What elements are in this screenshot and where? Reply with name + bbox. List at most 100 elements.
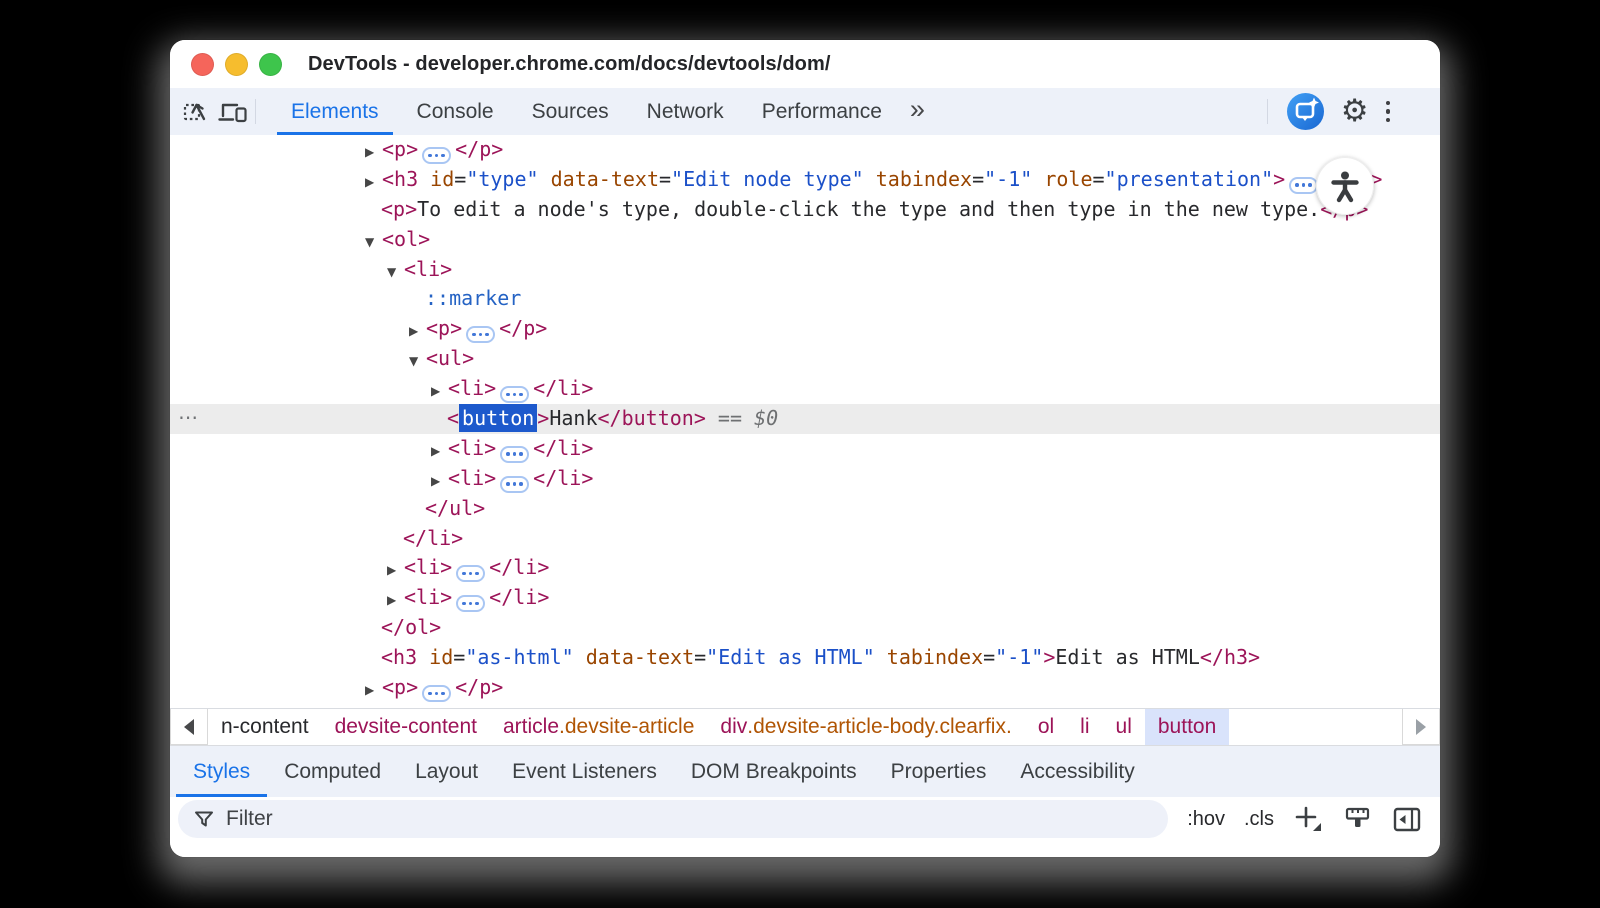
dom-token-tag: >	[1273, 167, 1285, 191]
dom-tree-row[interactable]: <h3 id="as-html" data-text="Edit as HTML…	[170, 643, 1440, 673]
breadcrumb: n-contentdevsite-contentarticle.devsite-…	[170, 708, 1440, 745]
dom-tree-row[interactable]: ▶<li></li>	[170, 553, 1440, 583]
expand-arrow-icon[interactable]: ▶	[431, 467, 448, 497]
minimize-window-button[interactable]	[225, 53, 248, 76]
sidebar-tab-strip: StylesComputedLayoutEvent ListenersDOM B…	[170, 745, 1440, 797]
dom-tree-row[interactable]: ::marker	[170, 284, 1440, 314]
dock-sidebar-icon[interactable]	[1392, 806, 1422, 833]
dom-tree-row[interactable]: ▶<h3 id="type" data-text="Edit node type…	[170, 165, 1440, 195]
dom-token-val: "-1"	[995, 645, 1043, 669]
expand-arrow-icon[interactable]: ▶	[365, 168, 382, 198]
breadcrumb-item[interactable]: ol	[1025, 709, 1067, 745]
dom-tree-row[interactable]: ▶<p></p>	[170, 135, 1440, 165]
dom-token-tag: </ol>	[381, 615, 441, 639]
dom-tree-row[interactable]: ▶<p></p>	[170, 673, 1440, 703]
expand-arrow-icon[interactable]: ▶	[431, 377, 448, 407]
collapsed-content-pill[interactable]	[500, 446, 529, 463]
breadcrumb-item[interactable]: devsite-content	[322, 709, 490, 745]
dom-token-text	[574, 645, 586, 669]
device-toolbar-icon[interactable]	[214, 88, 250, 135]
dom-token-attr: id	[429, 645, 453, 669]
dom-token-var: $0	[754, 406, 778, 430]
inspect-icon[interactable]	[178, 88, 214, 135]
dom-token-tag: <li>	[448, 466, 496, 490]
collapsed-content-pill[interactable]	[456, 565, 485, 582]
element-classes-button[interactable]: .cls	[1244, 808, 1274, 831]
breadcrumb-segment: .devsite-article-body.clearfix.	[747, 715, 1012, 739]
dom-token-tag: >	[1043, 645, 1055, 669]
dom-tree-row[interactable]: ▶<p></p>	[170, 314, 1440, 344]
collapsed-content-pill[interactable]	[422, 147, 451, 164]
dom-tree-row[interactable]: ▶<li></li>	[170, 374, 1440, 404]
expand-arrow-icon[interactable]: ▶	[409, 317, 426, 347]
breadcrumb-item[interactable]: li	[1067, 709, 1102, 745]
sidebar-tab-event-listeners[interactable]: Event Listeners	[495, 746, 674, 797]
zoom-window-button[interactable]	[259, 53, 282, 76]
more-tabs-icon[interactable]: »	[910, 96, 925, 127]
sidebar-tab-properties[interactable]: Properties	[874, 746, 1004, 797]
expand-arrow-icon[interactable]: ▶	[387, 556, 404, 586]
expand-arrow-icon[interactable]: ▶	[365, 138, 382, 168]
collapsed-content-pill[interactable]	[500, 386, 529, 403]
breadcrumb-scroll-right-icon[interactable]	[1402, 709, 1440, 745]
dom-tree-row[interactable]: <p>To edit a node's type, double-click t…	[170, 195, 1440, 225]
dom-token-tag: </p>	[455, 137, 503, 161]
dom-token-text: =	[972, 167, 984, 191]
tab-performance[interactable]: Performance	[748, 88, 896, 135]
dom-tree-row[interactable]: ▶<li></li>	[170, 464, 1440, 494]
dom-tree-row[interactable]: ▼<ol>	[170, 225, 1440, 255]
sidebar-tab-dom-breakpoints[interactable]: DOM Breakpoints	[674, 746, 874, 797]
new-style-rule-icon[interactable]	[1293, 804, 1324, 835]
sidebar-tab-styles[interactable]: Styles	[176, 746, 267, 797]
tab-sources[interactable]: Sources	[518, 88, 623, 135]
dom-token-attr: tabindex	[887, 645, 983, 669]
dom-tree-row[interactable]: </ul>	[170, 494, 1440, 524]
breadcrumb-item[interactable]: n-content	[208, 709, 322, 745]
collapse-arrow-icon[interactable]: ▼	[409, 347, 426, 377]
breadcrumb-item[interactable]: button	[1145, 709, 1229, 745]
collapsed-content-pill[interactable]	[500, 476, 529, 493]
dom-token-tag: <li>	[448, 436, 496, 460]
dom-tree-row[interactable]: ▼<ul>	[170, 344, 1440, 374]
collapse-arrow-icon[interactable]: ▼	[365, 228, 382, 258]
tab-network[interactable]: Network	[633, 88, 738, 135]
sidebar-tab-computed[interactable]: Computed	[267, 746, 398, 797]
collapsed-content-pill[interactable]	[456, 595, 485, 612]
more-menu-icon[interactable]	[1386, 101, 1391, 123]
dom-tree-row[interactable]: </ol>	[170, 613, 1440, 643]
breadcrumb-item[interactable]: article.devsite-article	[490, 709, 707, 745]
dom-tree-row[interactable]: </li>	[170, 524, 1440, 554]
filter-input[interactable]: Filter	[178, 800, 1168, 838]
sidebar-tab-accessibility[interactable]: Accessibility	[1003, 746, 1151, 797]
expand-arrow-icon[interactable]: ▶	[365, 676, 382, 706]
sidebar-tab-layout[interactable]: Layout	[398, 746, 495, 797]
breadcrumb-scroll-left-icon[interactable]	[170, 709, 208, 745]
dom-token-text	[539, 167, 551, 191]
dom-token-tag: <p>	[381, 197, 417, 221]
collapse-arrow-icon[interactable]: ▼	[387, 258, 404, 288]
toggle-element-state-button[interactable]: :hov	[1187, 808, 1225, 831]
dom-tree-row[interactable]: ▶<li></li>	[170, 583, 1440, 613]
settings-icon[interactable]: ⚙	[1341, 96, 1369, 127]
collapsed-content-pill[interactable]	[466, 326, 495, 343]
collapsed-content-pill[interactable]	[422, 685, 451, 702]
dom-token-tag: <p>	[426, 316, 462, 340]
dom-token-dim: ==	[706, 406, 754, 430]
tab-elements[interactable]: Elements	[277, 88, 393, 135]
breadcrumb-item[interactable]: div.devsite-article-body.clearfix.	[707, 709, 1024, 745]
panel-tab-strip: ElementsConsoleSourcesNetworkPerformance	[277, 88, 896, 135]
collapsed-content-pill[interactable]	[1289, 177, 1318, 194]
dom-tree-row[interactable]: ⋯<button>Hank</button> == $0	[170, 404, 1440, 434]
ai-assistant-icon[interactable]	[1287, 93, 1324, 130]
dom-token-text: Hank	[549, 406, 597, 430]
expand-arrow-icon[interactable]: ▶	[387, 586, 404, 616]
dom-token-text: =	[1093, 167, 1105, 191]
tab-console[interactable]: Console	[403, 88, 508, 135]
dom-tree-row[interactable]: ▼<li>	[170, 255, 1440, 285]
close-window-button[interactable]	[191, 53, 214, 76]
more-actions-icon[interactable]: ⋯	[178, 403, 199, 433]
rendering-brush-icon[interactable]	[1343, 805, 1373, 834]
dom-tree-row[interactable]: ▶<li></li>	[170, 434, 1440, 464]
expand-arrow-icon[interactable]: ▶	[431, 437, 448, 467]
breadcrumb-item[interactable]: ul	[1103, 709, 1145, 745]
